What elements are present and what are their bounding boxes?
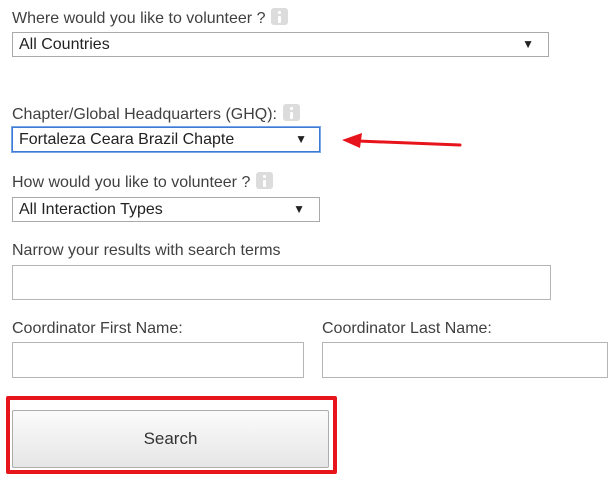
chapter-value: Fortaleza Ceara Brazil Chapte [19, 131, 235, 148]
info-icon[interactable] [256, 172, 274, 189]
chapter-select[interactable]: Fortaleza Ceara Brazil Chapte ▼ [12, 127, 320, 152]
interaction-type-value: All Interaction Types [19, 201, 163, 218]
search-terms-label: Narrow your results with search terms [12, 242, 281, 259]
volunteer-how-label: How would you like to volunteer ? [12, 174, 251, 191]
coordinator-first-name-input[interactable] [12, 342, 304, 378]
chapter-label-row: Chapter/Global Headquarters (GHQ): [12, 104, 300, 125]
search-button[interactable]: Search [12, 410, 329, 468]
red-arrow-annotation-icon [342, 133, 462, 148]
dropdown-arrow-icon: ▼ [295, 132, 307, 146]
volunteer-how-label-row: How would you like to volunteer ? [12, 172, 274, 193]
coordinator-last-name-input[interactable] [322, 342, 608, 378]
dropdown-arrow-icon: ▼ [293, 202, 305, 216]
info-icon[interactable] [271, 8, 289, 25]
dropdown-arrow-icon: ▼ [522, 37, 534, 51]
volunteer-where-label: Where would you like to volunteer ? [12, 10, 266, 27]
volunteer-where-label-row: Where would you like to volunteer ? [12, 8, 289, 29]
search-terms-input[interactable] [12, 265, 551, 300]
coordinator-first-name-label: Coordinator First Name: [12, 320, 183, 337]
coordinator-last-name-label: Coordinator Last Name: [322, 320, 492, 337]
volunteer-country-value: All Countries [19, 36, 110, 53]
volunteer-country-select[interactable]: All Countries ▼ [12, 32, 549, 57]
interaction-type-select[interactable]: All Interaction Types ▼ [12, 197, 320, 222]
chapter-label: Chapter/Global Headquarters (GHQ): [12, 106, 277, 123]
info-icon[interactable] [283, 104, 300, 121]
